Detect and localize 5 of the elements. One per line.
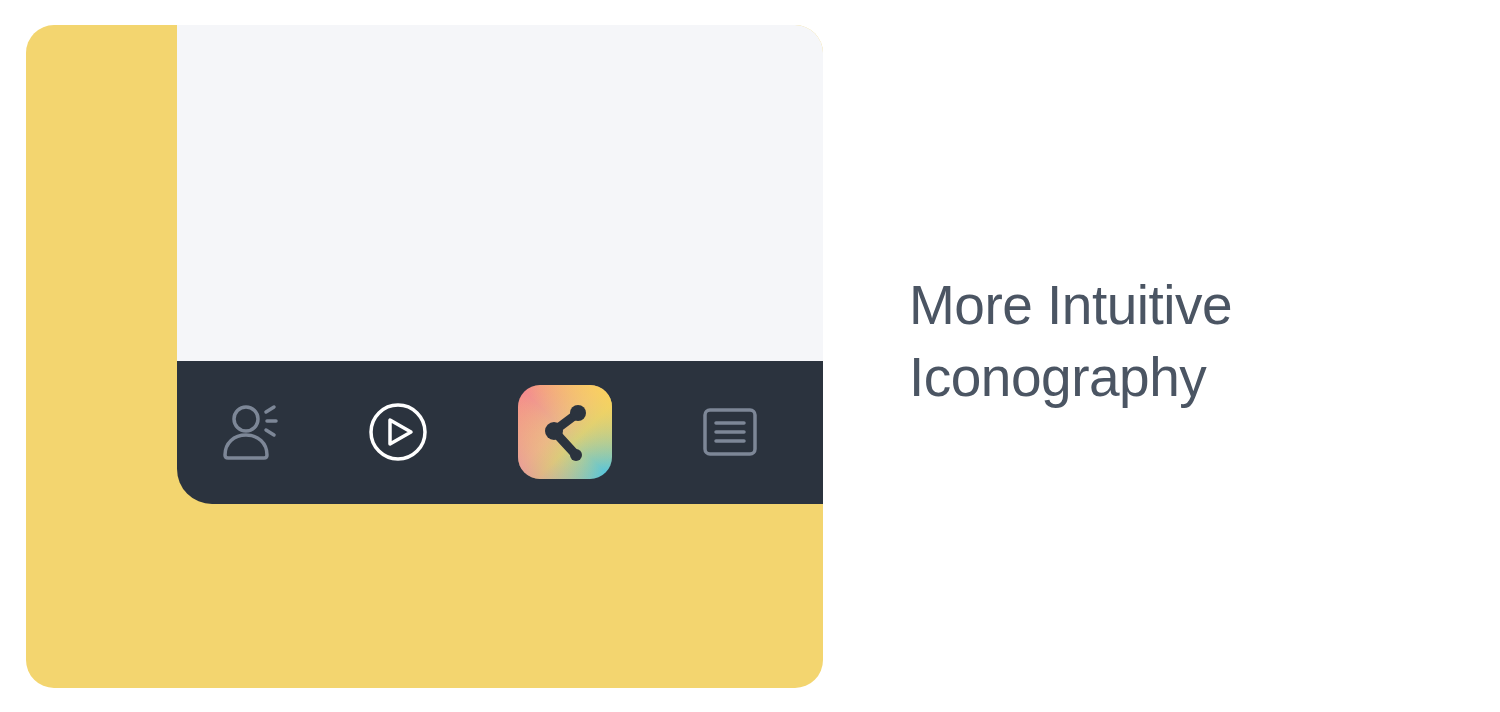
list-icon[interactable] bbox=[703, 408, 757, 456]
heading: More Intuitive Iconography bbox=[909, 273, 1234, 410]
user-speaking-icon[interactable] bbox=[222, 404, 278, 460]
play-icon[interactable] bbox=[369, 403, 427, 461]
share-app-icon[interactable] bbox=[518, 385, 612, 479]
